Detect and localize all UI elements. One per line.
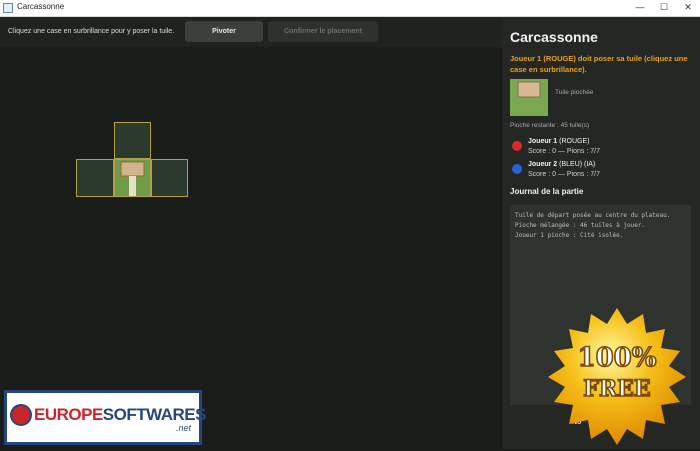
journal-title: Journal de la partie: [510, 187, 584, 196]
journal-line: Joueur 1 pioche : Cité isolée.: [515, 232, 624, 239]
logo-text: EUROPESOFTWARES: [34, 405, 206, 424]
journal-line: Pioche mélangée : 46 tuiles à jouer.: [515, 222, 646, 229]
drawn-tile-label: Tuile piochée: [555, 89, 594, 96]
window-title: Carcassonne: [17, 2, 65, 11]
panel-title: Carcassonne: [510, 29, 598, 45]
turn-message: Joueur 1 (ROUGE) doit poser sa tuile (cl…: [510, 54, 688, 74]
start-tile: [114, 159, 151, 197]
player-1-score: Score : 0 — Pions : 7/7: [528, 148, 600, 155]
player-1-name: Joueur 1 (ROUGE): [528, 138, 590, 145]
logo-suffix: .net: [176, 423, 192, 433]
minimize-icon[interactable]: —: [628, 0, 652, 16]
app-icon: [3, 3, 13, 13]
player-2-score: Score : 0 — Pions : 7/7: [528, 171, 600, 178]
game-board[interactable]: [0, 47, 502, 449]
player-2-name: Joueur 2 (BLEU) (IA): [528, 161, 596, 168]
player-blue-dot-icon: [512, 164, 522, 174]
window-titlebar: [0, 0, 700, 17]
placement-hint: Cliquez une case en surbrillance pour y …: [8, 28, 175, 35]
badge-percent: 100%: [578, 343, 657, 373]
rotate-button[interactable]: Pivoter: [185, 21, 263, 42]
badge-free: FREE: [583, 376, 650, 402]
free-badge: 100% FREE: [542, 306, 692, 446]
highlighted-slot-north[interactable]: [114, 122, 151, 159]
maximize-icon[interactable]: ☐: [652, 0, 676, 16]
journal-line: Tuile de départ posée au centre du plate…: [515, 212, 671, 219]
highlighted-slot-west[interactable]: [76, 159, 114, 197]
player-red-dot-icon: [512, 141, 522, 151]
confirm-placement-button[interactable]: Confirmer le placement: [268, 21, 378, 42]
logo-mark-icon: [10, 404, 32, 426]
close-icon[interactable]: ✕: [676, 0, 700, 16]
deck-remaining: Pioche restante : 45 tuile(s): [510, 122, 590, 129]
highlighted-slot-east[interactable]: [151, 159, 188, 197]
drawn-tile-preview: [510, 79, 548, 116]
